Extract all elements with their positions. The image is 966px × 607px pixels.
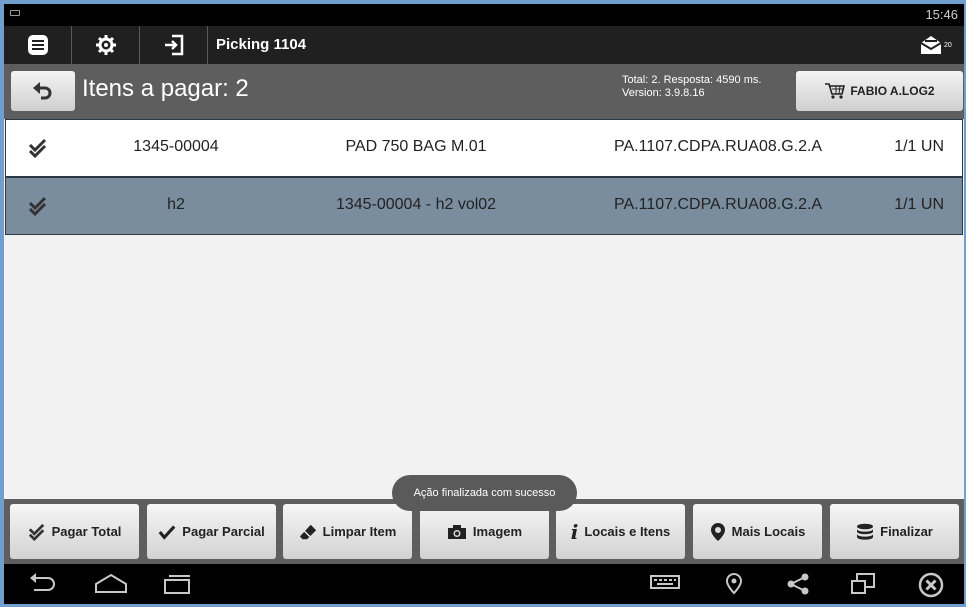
user-name: FABIO A.LOG2 xyxy=(850,84,935,98)
list-item[interactable]: 1345-00004 PAD 750 BAG M.01 PA.1107.CDPA… xyxy=(5,119,963,177)
list-menu-icon xyxy=(27,35,48,55)
imagem-label: Imagem xyxy=(472,524,523,539)
locais-itens-button[interactable]: i Locais e Itens xyxy=(556,504,685,559)
sign-in-icon xyxy=(164,34,183,56)
mail-icon xyxy=(920,36,942,54)
pagar-total-button[interactable]: Pagar Total xyxy=(10,504,139,559)
device-screen: 15:46 Picking 1104 20 Itens a pagar: 2 T… xyxy=(4,4,964,604)
location-pin-icon[interactable] xyxy=(724,572,744,596)
undo-icon xyxy=(33,82,52,100)
action-bar: Picking 1104 20 xyxy=(4,26,964,64)
locais-itens-label: Locais e Itens xyxy=(584,524,671,539)
camera-icon xyxy=(447,524,466,539)
header-bar: Itens a pagar: 2 Total: 2. Resposta: 459… xyxy=(4,64,964,119)
home-icon[interactable] xyxy=(94,572,128,596)
item-quantity: 1/1 UN xyxy=(894,138,944,155)
database-icon xyxy=(857,523,874,540)
item-location: PA.1107.CDPA.RUA08.G.2.A xyxy=(614,138,823,155)
window-icon[interactable] xyxy=(850,572,876,596)
limpar-item-button[interactable]: Limpar Item xyxy=(283,504,412,559)
finalizar-button[interactable]: Finalizar xyxy=(830,504,959,559)
stats-total: Total: 2. Resposta: 4590 ms. xyxy=(622,74,762,86)
mail-button[interactable]: 20 xyxy=(920,32,956,58)
mais-locais-label: Mais Locais xyxy=(731,524,806,539)
stats-text: Total: 2. Resposta: 4590 ms. Version: 3.… xyxy=(622,74,761,100)
pagar-parcial-label: Pagar Parcial xyxy=(182,524,265,539)
item-quantity: 1/1 UN xyxy=(894,196,944,213)
keyboard-icon[interactable] xyxy=(650,572,680,592)
menu-button[interactable] xyxy=(4,26,72,64)
settings-button[interactable] xyxy=(72,26,140,64)
mail-badge: 20 xyxy=(944,41,952,49)
page-title: Picking 1104 xyxy=(216,36,307,53)
system-nav-bar xyxy=(4,564,964,604)
toast-message: Ação finalizada com sucesso xyxy=(392,475,577,511)
items-list: 1345-00004 PAD 750 BAG M.01 PA.1107.CDPA… xyxy=(5,119,963,235)
close-circle-icon[interactable] xyxy=(918,572,944,598)
items-to-pay-title: Itens a pagar: 2 xyxy=(82,75,249,102)
map-marker-icon xyxy=(710,522,725,541)
limpar-item-label: Limpar Item xyxy=(322,524,397,539)
back-button[interactable] xyxy=(11,71,75,111)
back-icon[interactable] xyxy=(28,572,58,596)
pagar-parcial-button[interactable]: Pagar Parcial xyxy=(147,504,276,559)
settings-gear-icon xyxy=(95,35,116,55)
item-description: 1345-00004 - h2 vol02 xyxy=(335,196,497,213)
info-icon: i xyxy=(570,519,579,544)
check-icon xyxy=(158,525,176,540)
status-bar: 15:46 xyxy=(4,4,964,26)
recent-apps-icon[interactable] xyxy=(162,572,192,596)
item-location: PA.1107.CDPA.RUA08.G.2.A xyxy=(614,196,823,213)
eraser-icon xyxy=(299,524,316,539)
pagar-total-label: Pagar Total xyxy=(51,524,122,539)
login-button[interactable] xyxy=(140,26,208,64)
keyboard-icon xyxy=(10,10,20,16)
finalizar-label: Finalizar xyxy=(880,524,933,539)
cart-icon xyxy=(825,83,846,99)
double-check-icon xyxy=(28,523,44,541)
user-button[interactable]: FABIO A.LOG2 xyxy=(796,71,963,111)
item-description: PAD 750 BAG M.01 xyxy=(345,138,487,155)
stats-version: Version: 3.9.8.16 xyxy=(622,87,705,99)
share-icon[interactable] xyxy=(786,572,810,596)
imagem-button[interactable]: Imagem xyxy=(420,504,549,559)
list-item[interactable]: h2 1345-00004 - h2 vol02 PA.1107.CDPA.RU… xyxy=(5,177,963,235)
mais-locais-button[interactable]: Mais Locais xyxy=(693,504,822,559)
status-clock: 15:46 xyxy=(925,7,958,22)
